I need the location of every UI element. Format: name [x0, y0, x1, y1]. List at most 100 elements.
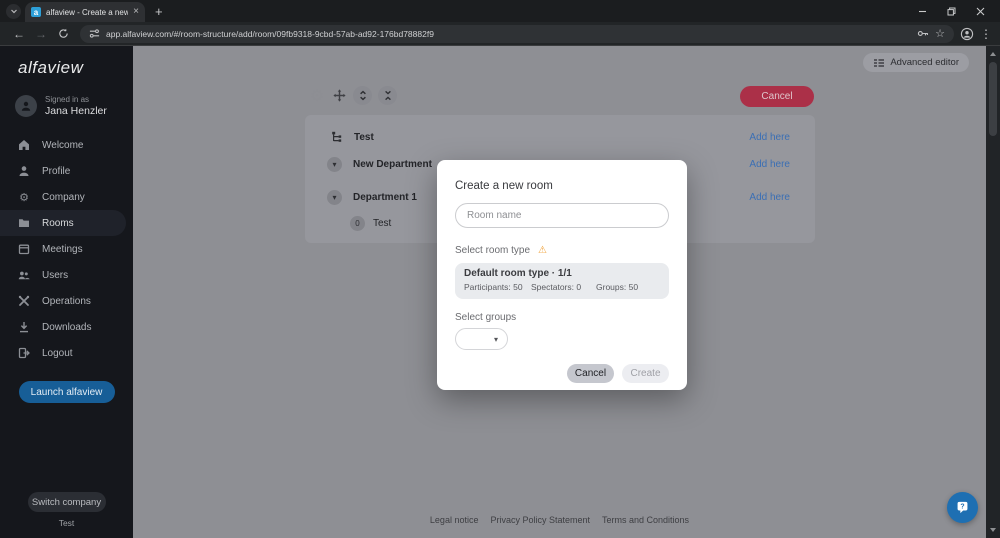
expand-all-button[interactable]: [353, 86, 372, 105]
gear-icon: ⚙: [18, 191, 30, 203]
svg-text:?: ?: [960, 504, 964, 511]
chevron-down-icon: ▾: [494, 335, 498, 344]
browser-tab[interactable]: a alfaview - Create a new room ×: [25, 2, 145, 22]
restore-icon: [947, 7, 956, 16]
room-type-option[interactable]: Default room type · 1/1 Participants: 50…: [455, 263, 669, 299]
cancel-room-creation-button[interactable]: Cancel: [740, 86, 814, 107]
sidebar-item-profile[interactable]: Profile: [0, 158, 133, 184]
bookmark-star-icon[interactable]: ☆: [935, 27, 945, 40]
collapse-department-button[interactable]: ▾: [327, 157, 342, 172]
sidebar-item-logout[interactable]: Logout: [0, 340, 133, 366]
page-scrollbar[interactable]: [986, 46, 1000, 538]
modal-title: Create a new room: [455, 180, 669, 192]
collapse-all-button[interactable]: [378, 86, 397, 105]
minimize-icon: [918, 7, 927, 16]
user-name: Jana Henzler: [45, 105, 107, 117]
add-here-link-department-1[interactable]: Add here: [749, 192, 790, 203]
account-info: Signed in as Jana Henzler: [15, 95, 133, 117]
modal-create-button[interactable]: Create: [622, 364, 669, 383]
tools-icon: [18, 295, 30, 307]
advanced-editor-button[interactable]: Advanced editor: [863, 53, 969, 72]
launch-alfaview-button[interactable]: Launch alfaview: [19, 381, 115, 403]
sidebar-item-company[interactable]: ⚙ Company: [0, 184, 133, 210]
sidebar-item-welcome[interactable]: Welcome: [0, 132, 133, 158]
room-occupancy-badge: 0: [350, 216, 365, 231]
person-icon: [20, 100, 32, 112]
move-icon: [333, 89, 346, 102]
site-settings-icon[interactable]: [89, 28, 100, 39]
download-icon: [18, 321, 30, 333]
signed-in-label: Signed in as: [45, 95, 107, 104]
browser-menu-icon[interactable]: ⋮: [980, 27, 992, 41]
scrollbar-thumb[interactable]: [989, 62, 997, 136]
scroll-up-icon[interactable]: [986, 48, 1000, 60]
sidebar-item-operations[interactable]: Operations: [0, 288, 133, 314]
url-text: app.alfaview.com/#/room-structure/add/ro…: [106, 29, 911, 39]
hierarchy-icon: [330, 131, 343, 144]
help-bubble-icon: ?: [955, 500, 970, 515]
department-label: New Department: [353, 159, 432, 170]
reload-button[interactable]: [54, 25, 72, 43]
department-label: Department 1: [353, 192, 417, 203]
sidebar-nav: Welcome Profile ⚙ Company Rooms Meetings: [0, 132, 133, 366]
room-type-spectators: Spectators: 0: [531, 282, 596, 292]
back-button[interactable]: ←: [10, 25, 28, 43]
company-name: Test: [0, 518, 133, 528]
modal-cancel-button[interactable]: Cancel: [567, 364, 614, 383]
add-here-link-root[interactable]: Add here: [749, 132, 790, 143]
chevron-down-icon: [10, 7, 18, 15]
new-tab-button[interactable]: +: [155, 4, 163, 19]
gear-icon: ⚙: [310, 86, 324, 106]
switch-company-button[interactable]: Switch company: [28, 492, 106, 512]
url-input[interactable]: app.alfaview.com/#/room-structure/add/ro…: [80, 25, 954, 43]
room-type-title: Default room type · 1/1: [464, 268, 660, 279]
collapse-department-button[interactable]: ▾: [327, 190, 342, 205]
browser-urlbar: ← → app.alfaview.com/#/room-structure/ad…: [0, 22, 1000, 46]
close-icon: [976, 7, 985, 16]
tree-root-label: Test: [354, 132, 374, 143]
privacy-policy-link[interactable]: Privacy Policy Statement: [490, 515, 590, 525]
sidebar-item-users[interactable]: Users: [0, 262, 133, 288]
sidebar-item-downloads[interactable]: Downloads: [0, 314, 133, 340]
tree-settings-button[interactable]: ⚙: [309, 88, 325, 104]
tab-search-button[interactable]: [6, 4, 21, 19]
window-restore-button[interactable]: [941, 3, 961, 19]
alfaview-logo: alfaview: [18, 58, 133, 78]
groups-select-dropdown[interactable]: ▾: [455, 328, 508, 350]
legal-notice-link[interactable]: Legal notice: [430, 515, 479, 525]
profile-avatar-icon[interactable]: [960, 27, 974, 41]
room-name-input[interactable]: [455, 203, 669, 228]
forward-button[interactable]: →: [32, 25, 50, 43]
expand-icon: [358, 90, 368, 101]
tab-close-icon[interactable]: ×: [133, 7, 139, 17]
scroll-down-icon[interactable]: [986, 524, 1000, 536]
tree-move-button[interactable]: [331, 88, 347, 104]
people-icon: [18, 269, 30, 281]
reload-icon: [58, 28, 69, 39]
sidebar-item-rooms[interactable]: Rooms: [0, 210, 126, 236]
main-content: Advanced editor ⚙ Cancel: [133, 46, 986, 538]
alfaview-favicon-icon: a: [31, 7, 41, 17]
select-groups-label: Select groups: [455, 312, 516, 323]
user-avatar: [15, 95, 37, 117]
tab-title: alfaview - Create a new room: [46, 8, 128, 17]
screen: a alfaview - Create a new room × + ← →: [0, 0, 1000, 538]
terms-conditions-link[interactable]: Terms and Conditions: [602, 515, 689, 525]
room-type-participants: Participants: 50: [464, 282, 531, 292]
calendar-icon: [18, 243, 30, 255]
sidebar-item-meetings[interactable]: Meetings: [0, 236, 133, 262]
add-here-link-new-department[interactable]: Add here: [749, 159, 790, 170]
home-icon: [18, 139, 30, 151]
window-minimize-button[interactable]: [912, 3, 932, 19]
editor-list-icon: [873, 58, 885, 68]
password-key-icon[interactable]: [917, 28, 929, 39]
folder-icon: [18, 217, 30, 229]
collapse-icon: [383, 90, 393, 101]
create-room-modal: Create a new room Select room type ⚠ Def…: [437, 160, 687, 390]
sidebar: alfaview Signed in as Jana Henzler Welco…: [0, 46, 133, 538]
tree-toolbar: ⚙: [309, 86, 397, 105]
help-chat-button[interactable]: ?: [947, 492, 978, 523]
select-room-type-label: Select room type: [455, 245, 530, 256]
room-label: Test: [373, 218, 391, 229]
window-close-button[interactable]: [970, 3, 990, 19]
